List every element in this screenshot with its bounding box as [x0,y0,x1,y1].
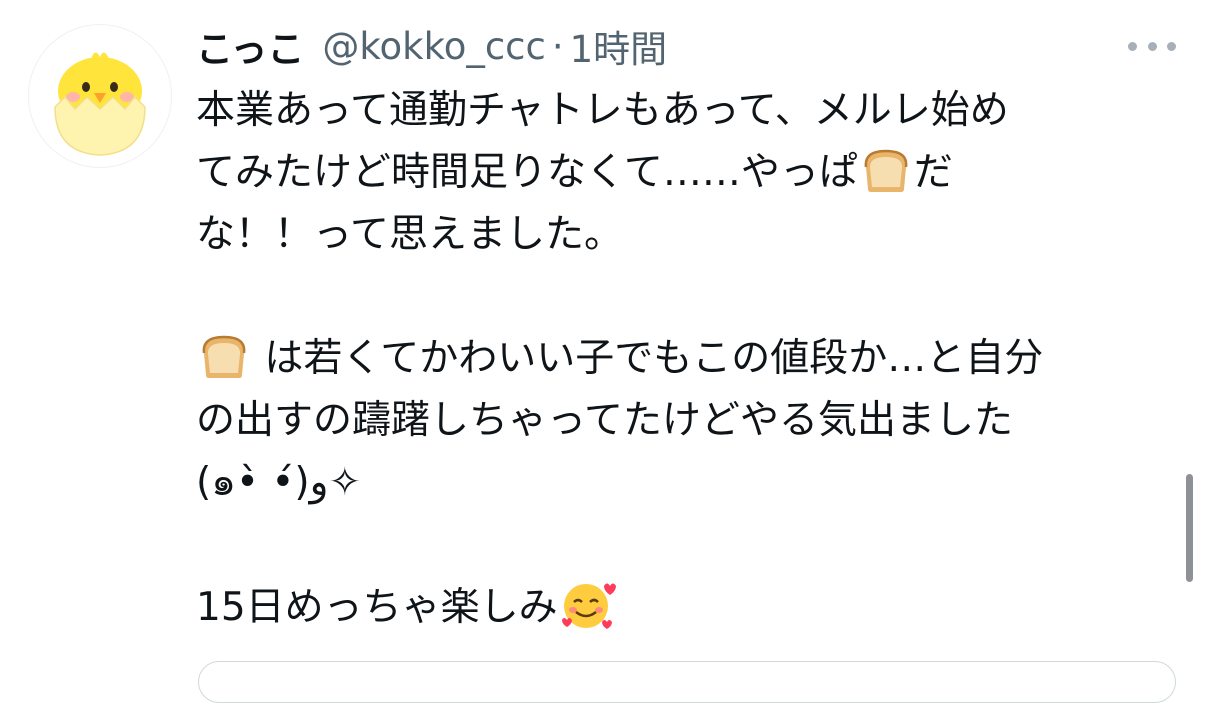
chick-in-eggshell-icon [29,25,171,167]
tweet-line: (๑•̀ •́)و✧ [196,452,1156,514]
bread-emoji [198,333,250,398]
user-handle[interactable]: @kokko_ccc [322,25,545,68]
text-span: 15日めっちゃ楽しみ [196,585,558,630]
text-span: 本業あって通勤チャトレもあって、メルレ始め [196,88,1009,133]
text-span: (๑•̀ •́)و✧ [196,460,362,505]
tweet-line: 15日めっちゃ楽しみ [196,576,1156,638]
avatar[interactable] [28,24,172,168]
more-dot [1147,41,1157,51]
display-name[interactable]: こっこ [196,19,304,73]
tweet-line: 本業あって通勤チャトレもあって、メルレ始め [196,80,1156,142]
scrollbar[interactable] [1186,474,1193,582]
smiling-face-with-hearts-emoji [560,576,618,651]
text-span: てみたけど時間足りなくて……やっぱ [196,150,858,195]
tweet-line: の出すの躊躇しちゃってたけどやる気出ました [196,390,1156,452]
more-dot [1128,41,1137,51]
timestamp[interactable]: 1時間 [570,19,668,73]
more-options-icon[interactable] [1128,34,1176,58]
separator-dot: · [551,24,564,68]
more-dot [1167,41,1176,51]
text-span: の出すの躊躇しちゃってたけどやる気出ました [196,398,1014,443]
text-span: は若くてかわいい子でもこの値段か…と自分 [264,336,1044,381]
tweet[interactable]: こっこ @kokko_ccc · 1時間 本業あって通勤チャトレもあって、メルレ… [0,0,1206,703]
tweet-line: は若くてかわいい子でもこの値段か…と自分 [196,328,1156,390]
quoted-card-edge[interactable] [198,661,1176,703]
text-span: な！！って思えました。 [196,212,624,257]
tweet-line: てみたけど時間足りなくて……やっぱ だ [196,142,1156,204]
bread-emoji [860,147,912,212]
tweet-text: 本業あって通勤チャトレもあって、メルレ始め てみたけど時間足りなくて……やっぱ … [196,80,1156,638]
text-span: だ [913,150,953,195]
tweet-header: こっこ @kokko_ccc · 1時間 [196,18,667,74]
tweet-line: な！！って思えました。 [196,204,1156,266]
